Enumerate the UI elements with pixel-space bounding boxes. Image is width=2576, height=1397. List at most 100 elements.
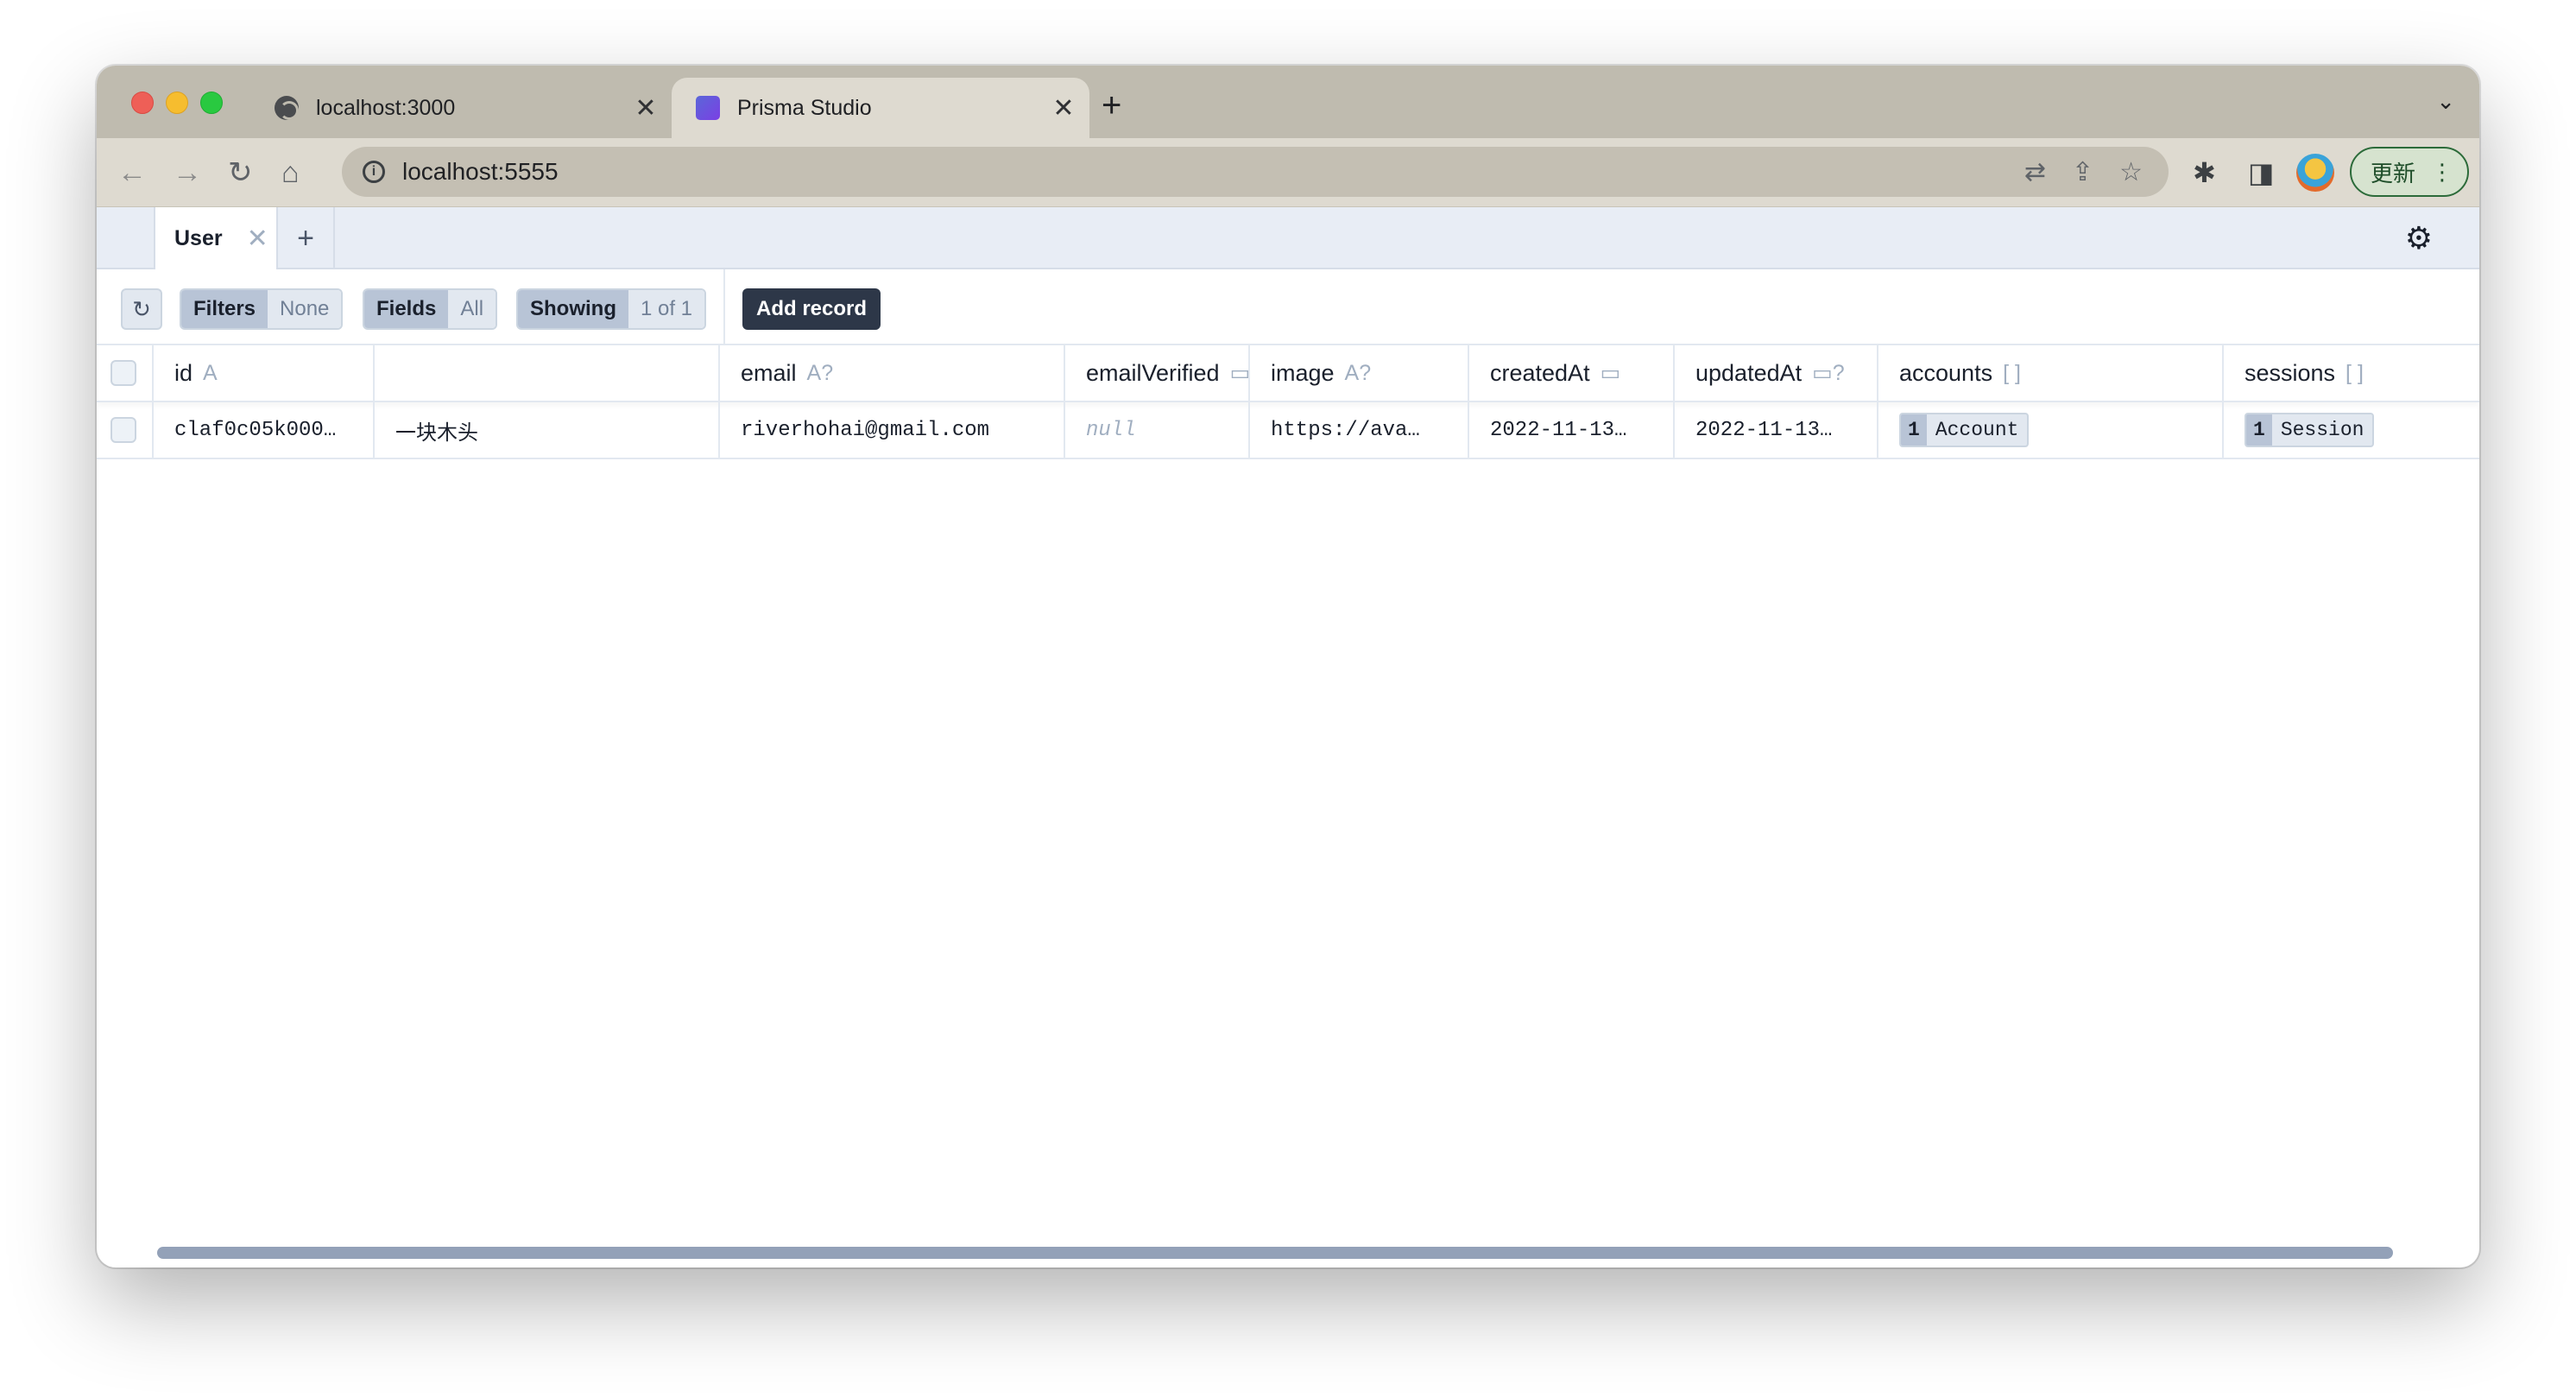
tab-title: Prisma Studio	[737, 95, 872, 120]
add-tab-button[interactable]: +	[278, 207, 335, 269]
side-panel-icon[interactable]: ◨	[2248, 154, 2274, 192]
relation-label: Account	[1935, 419, 2019, 441]
site-info-icon[interactable]: i	[363, 161, 385, 183]
column-header-updatedat[interactable]: updatedAt ▭?	[1675, 345, 1878, 401]
showing-label: Showing	[518, 290, 628, 328]
cell-image[interactable]: https://ava…	[1250, 402, 1469, 458]
browser-window: localhost:3000 ✕ Prisma Studio ✕ + ⌄ ← →…	[97, 66, 2479, 1267]
share-icon[interactable]: ⇪	[2072, 157, 2093, 187]
column-header-sessions[interactable]: sessions [ ]	[2224, 345, 2479, 401]
cell-name[interactable]: 一块木头	[375, 402, 720, 458]
back-arrow-icon[interactable]: ←	[117, 155, 147, 190]
row-checkbox[interactable]	[110, 417, 136, 443]
tab-strip: localhost:3000 ✕ Prisma Studio ✕ + ⌄	[97, 66, 2479, 138]
relation-count: 1	[1901, 414, 1927, 446]
column-header-createdat[interactable]: createdAt ▭	[1469, 345, 1675, 401]
forward-arrow-icon[interactable]: →	[173, 155, 202, 190]
reload-icon[interactable]: ↻	[228, 155, 253, 190]
column-type: ▭	[1229, 361, 1250, 385]
refresh-button[interactable]: ↻	[121, 288, 162, 330]
update-button[interactable]: 更新 ⋮	[2350, 147, 2469, 197]
address-url[interactable]: localhost:5555	[402, 158, 2024, 186]
refresh-icon: ↻	[132, 295, 151, 322]
column-header-emailverified[interactable]: emailVerified ▭	[1065, 345, 1250, 401]
gear-icon[interactable]: ⚙	[2405, 223, 2433, 254]
profile-avatar[interactable]	[2296, 154, 2334, 192]
column-type: A?	[806, 360, 834, 385]
browser-tab-prisma-studio[interactable]: Prisma Studio ✕	[672, 78, 1089, 138]
translate-icon[interactable]: ⇄	[2024, 157, 2046, 187]
fields-label: Fields	[364, 290, 449, 328]
showing-value: 1 of 1	[628, 290, 705, 328]
close-icon[interactable]: ✕	[247, 224, 268, 254]
accounts-relation-chip[interactable]: 1 Account	[1899, 413, 2030, 447]
sessions-relation-chip[interactable]: 1 Session	[2245, 413, 2375, 447]
horizontal-scrollbar[interactable]	[157, 1247, 2393, 1259]
select-all-cell	[97, 345, 154, 401]
update-label: 更新	[2371, 160, 2416, 186]
column-type: [ ]	[2003, 360, 2021, 385]
data-grid: id A email A? emailVerified ▭ image A? c…	[97, 345, 2479, 459]
new-tab-button[interactable]: +	[1102, 88, 1121, 123]
column-name: emailVerified	[1086, 359, 1220, 386]
tab-search-chevron-icon[interactable]: ⌄	[2436, 88, 2455, 115]
column-name: email	[741, 359, 797, 386]
column-type: [ ]	[2346, 360, 2364, 385]
divider	[723, 269, 725, 345]
prisma-icon	[696, 96, 720, 120]
column-header-name[interactable]	[375, 345, 720, 401]
column-name: id	[174, 359, 193, 386]
table-header-row: id A email A? emailVerified ▭ image A? c…	[97, 345, 2479, 402]
cell-email[interactable]: riverhohai@gmail.com	[720, 402, 1065, 458]
close-tab-icon[interactable]: ✕	[628, 93, 663, 123]
relation-count: 1	[2246, 414, 2272, 446]
studio-tab-bar: User ✕ + ⚙	[97, 207, 2479, 269]
column-header-image[interactable]: image A?	[1250, 345, 1469, 401]
filters-label: Filters	[181, 290, 268, 328]
fields-button[interactable]: Fields All	[363, 288, 498, 330]
close-tab-icon[interactable]: ✕	[1046, 93, 1081, 123]
cell-sessions: 1 Session	[2224, 402, 2479, 458]
column-type: ▭	[1600, 361, 1621, 385]
tab-user[interactable]: User ✕	[154, 207, 278, 269]
bookmark-star-icon[interactable]: ☆	[2119, 157, 2143, 187]
add-record-button[interactable]: Add record	[742, 288, 881, 330]
showing-button[interactable]: Showing 1 of 1	[516, 288, 707, 330]
tab-label: User	[174, 225, 223, 250]
table-row: claf0c05k000… 一块木头 riverhohai@gmail.com …	[97, 402, 2479, 459]
browser-toolbar: ← → ↻ ⌂ i localhost:5555 ⇄ ⇪ ☆ ✱ ◨ 更新 ⋮	[97, 138, 2479, 207]
cell-emailverified[interactable]: null	[1065, 402, 1250, 458]
cell-updatedat[interactable]: 2022-11-13…	[1675, 402, 1878, 458]
column-type: A?	[1344, 360, 1372, 385]
relation-label: Session	[2280, 419, 2364, 441]
maximize-window-button[interactable]	[200, 92, 223, 114]
column-name: sessions	[2245, 359, 2336, 386]
column-type: ▭?	[1812, 361, 1845, 385]
tab-title: localhost:3000	[316, 95, 456, 120]
column-name: accounts	[1899, 359, 1993, 386]
column-header-id[interactable]: id A	[154, 345, 375, 401]
extensions-puzzle-icon[interactable]: ✱	[2193, 154, 2216, 192]
column-header-email[interactable]: email A?	[720, 345, 1065, 401]
address-bar[interactable]: i localhost:5555 ⇄ ⇪ ☆	[342, 147, 2169, 197]
actions-bar: ↻ Filters None Fields All Showing 1 of 1…	[97, 269, 2479, 345]
column-name: image	[1271, 359, 1335, 386]
cell-id[interactable]: claf0c05k000…	[154, 402, 375, 458]
cell-accounts: 1 Account	[1878, 402, 2224, 458]
column-type: A	[203, 360, 218, 385]
filters-value: None	[268, 290, 342, 328]
minimize-window-button[interactable]	[166, 92, 188, 114]
close-window-button[interactable]	[131, 92, 154, 114]
column-name: updatedAt	[1695, 359, 1803, 386]
select-all-checkbox[interactable]	[110, 360, 136, 386]
cell-createdat[interactable]: 2022-11-13…	[1469, 402, 1675, 458]
fields-value: All	[448, 290, 496, 328]
column-name: createdAt	[1490, 359, 1590, 386]
column-header-accounts[interactable]: accounts [ ]	[1878, 345, 2224, 401]
kebab-menu-icon: ⋮	[2431, 158, 2453, 185]
globe-icon	[275, 96, 299, 120]
row-select-cell	[97, 402, 154, 458]
home-icon[interactable]: ⌂	[281, 155, 300, 190]
filters-button[interactable]: Filters None	[180, 288, 344, 330]
browser-tab-localhost-3000[interactable]: localhost:3000 ✕	[264, 78, 672, 138]
